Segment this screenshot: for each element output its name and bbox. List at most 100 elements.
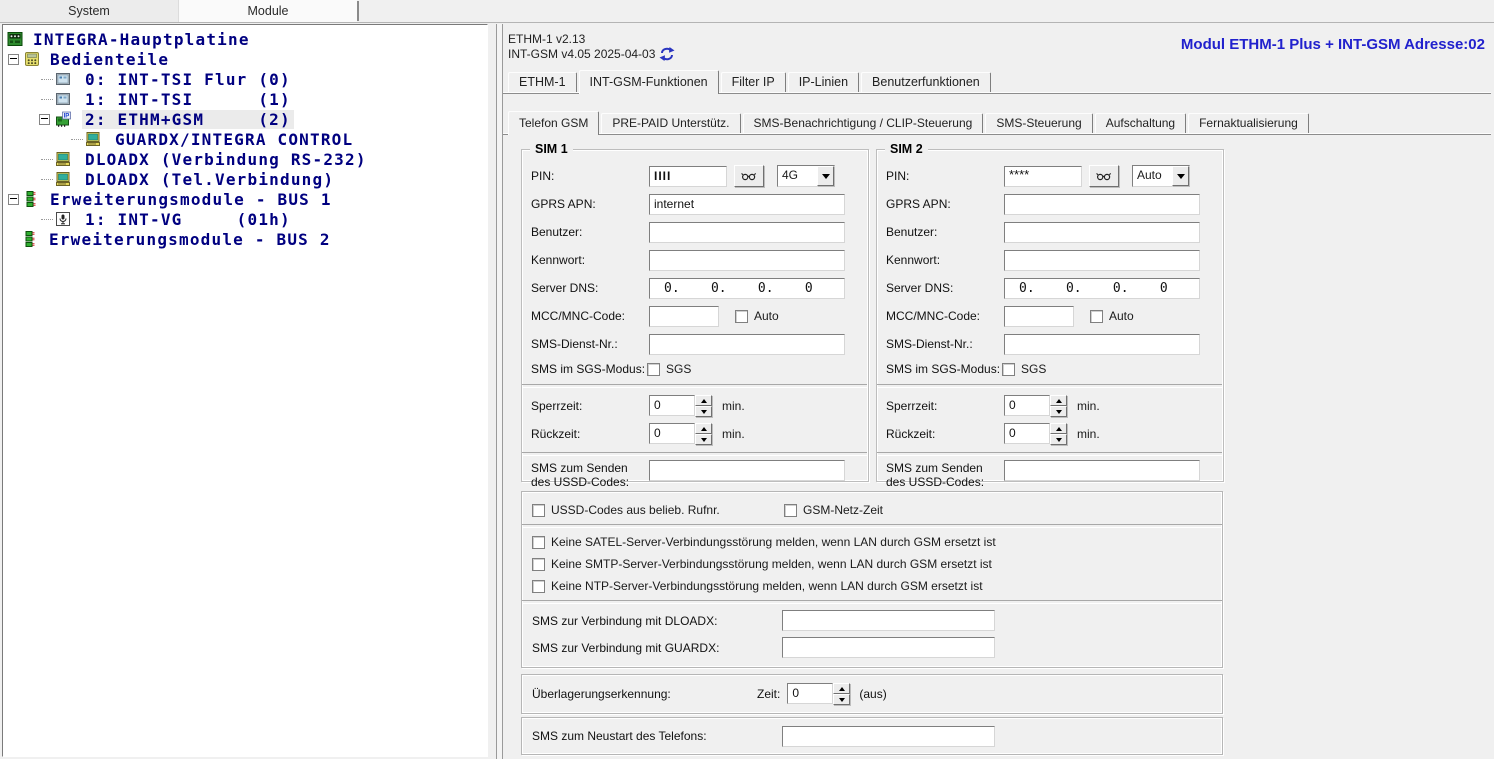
keypad-icon — [24, 51, 40, 67]
dropdown-button[interactable] — [817, 166, 834, 186]
spin-down-button[interactable] — [833, 694, 850, 705]
spin-down-button[interactable] — [1050, 406, 1067, 417]
jamming-time-value[interactable]: 0 — [787, 683, 833, 704]
tree-item-mainboard[interactable]: INTEGRA-Hauptplatine — [3, 29, 487, 49]
sim2-sms-service-input[interactable] — [1004, 334, 1200, 355]
sim1-pin-field[interactable]: IIII — [649, 166, 727, 187]
display-icon — [55, 71, 71, 87]
pin-label: PIN: — [886, 169, 1004, 183]
collapse-icon[interactable] — [8, 54, 19, 65]
tree-item-dloadx-tel[interactable]: DLOADX (Tel.Verbindung) — [3, 169, 487, 189]
spin-up-button[interactable] — [695, 395, 712, 406]
sms-dloadx-input[interactable] — [782, 610, 995, 631]
sim2-password-input[interactable] — [1004, 250, 1200, 271]
sim1-network-select[interactable]: 4G — [777, 165, 835, 187]
tab-benutzerfunktionen[interactable]: Benutzerfunktionen — [861, 72, 991, 92]
dropdown-button[interactable] — [1172, 166, 1189, 186]
svg-text:IP: IP — [64, 114, 70, 120]
no-smtp-trouble-checkbox[interactable] — [532, 558, 545, 571]
chevron-down-icon — [1056, 410, 1062, 414]
sim2-block-time-value[interactable]: 0 — [1004, 395, 1050, 416]
gprs-apn-label: GPRS APN: — [886, 197, 1004, 211]
gsm-options-panel: USSD-Codes aus belieb. Rufnr. GSM-Netz-Z… — [521, 491, 1223, 668]
spin-up-button[interactable] — [695, 423, 712, 434]
module-title: Modul ETHM-1 Plus + INT-GSM Adresse:02 — [1181, 36, 1485, 53]
sim1-user-input[interactable] — [649, 222, 845, 243]
sim2-dns-field[interactable]: 0. 0. 0. 0 — [1004, 278, 1200, 299]
sim2-auto-checkbox[interactable] — [1090, 310, 1103, 323]
sim2-ussd-sms-input[interactable] — [1004, 460, 1200, 481]
sim1-gprs-apn-input[interactable] — [649, 194, 845, 215]
sim2-user-input[interactable] — [1004, 222, 1200, 243]
tab-module[interactable]: Module — [179, 0, 357, 22]
tree-item-int-tsi-0[interactable]: 0: INT-TSI Flur (0) — [3, 69, 487, 89]
sim2-network-select[interactable]: Auto — [1132, 165, 1190, 187]
sim1-dns-field[interactable]: 0. 0. 0. 0 — [649, 278, 845, 299]
show-pin-button[interactable] — [734, 165, 764, 187]
gsm-time-checkbox[interactable] — [784, 504, 797, 517]
subtab-aufschaltung[interactable]: Aufschaltung — [1095, 113, 1186, 133]
collapse-icon[interactable] — [8, 194, 19, 205]
sim2-sgs-checkbox[interactable] — [1002, 363, 1015, 376]
subtab-telefon-gsm[interactable]: Telefon GSM — [508, 111, 599, 135]
show-pin-button[interactable] — [1089, 165, 1119, 187]
sim1-sgs-checkbox[interactable] — [647, 363, 660, 376]
sim1-block-time-stepper[interactable]: 0 — [649, 395, 712, 417]
spin-down-button[interactable] — [1050, 434, 1067, 445]
sim2-mcc-input[interactable] — [1004, 306, 1074, 327]
tree-item-guardx-control[interactable]: GUARDX/INTEGRA CONTROL — [3, 129, 487, 149]
tree-item-keypads[interactable]: Bedienteile — [3, 49, 487, 69]
collapse-icon[interactable] — [39, 114, 50, 125]
sms-guardx-input[interactable] — [782, 637, 995, 658]
tab-filter-ip[interactable]: Filter IP — [721, 72, 786, 92]
sim1-password-input[interactable] — [649, 250, 845, 271]
spin-up-button[interactable] — [833, 683, 850, 694]
ussd-any-label: USSD-Codes aus belieb. Rufnr. — [551, 503, 720, 517]
tree-item-expander-bus1[interactable]: Erweiterungsmodule - BUS 1 — [3, 189, 487, 209]
tree-item-expander-bus2[interactable]: Erweiterungsmodule - BUS 2 — [3, 229, 487, 249]
top-tab-bar: System Module — [0, 0, 1494, 23]
sim2-return-time-stepper[interactable]: 0 — [1004, 423, 1067, 445]
sim1-sms-service-input[interactable] — [649, 334, 845, 355]
tab-ethm-1[interactable]: ETHM-1 — [508, 72, 577, 92]
restart-sms-input[interactable] — [782, 726, 995, 747]
tree-item-ethm-gsm[interactable]: IP 2: ETHM+GSM (2) — [3, 109, 487, 129]
subtab-sms-benachrichtigung[interactable]: SMS-Benachrichtigung / CLIP-Steuerung — [743, 113, 984, 133]
refresh-icon[interactable] — [659, 47, 675, 61]
tab-int-gsm-funktionen[interactable]: INT-GSM-Funktionen — [579, 70, 719, 94]
subtab-pre-paid[interactable]: PRE-PAID Unterstütz. — [601, 113, 740, 133]
panel-splitter[interactable] — [496, 24, 503, 759]
spin-down-button[interactable] — [695, 406, 712, 417]
spin-up-button[interactable] — [1050, 395, 1067, 406]
sim2-pin-field[interactable]: **** — [1004, 166, 1082, 187]
subtab-sms-steuerung[interactable]: SMS-Steuerung — [985, 113, 1092, 133]
ussd-any-checkbox[interactable] — [532, 504, 545, 517]
topbar-separator — [357, 1, 359, 21]
separator — [877, 452, 1222, 456]
sim1-auto-checkbox[interactable] — [735, 310, 748, 323]
no-ntp-trouble-checkbox[interactable] — [532, 580, 545, 593]
sim1-mcc-input[interactable] — [649, 306, 719, 327]
sim2-return-time-value[interactable]: 0 — [1004, 423, 1050, 444]
spin-down-button[interactable] — [695, 434, 712, 445]
sgs-label: SGS — [1021, 362, 1046, 376]
spin-up-button[interactable] — [1050, 423, 1067, 434]
sim2-gprs-apn-input[interactable] — [1004, 194, 1200, 215]
tree-guide — [41, 159, 53, 160]
sim1-return-time-stepper[interactable]: 0 — [649, 423, 712, 445]
sim1-ussd-sms-input[interactable] — [649, 460, 845, 481]
ussd-sms-label: SMS zum Sendendes USSD-Codes: — [886, 460, 1004, 489]
no-satel-trouble-checkbox[interactable] — [532, 536, 545, 549]
sgs-label: SGS — [666, 362, 691, 376]
sim2-block-time-stepper[interactable]: 0 — [1004, 395, 1067, 417]
microphone-icon — [55, 211, 71, 227]
tree-item-int-vg[interactable]: 1: INT-VG (01h) — [3, 209, 487, 229]
tab-system[interactable]: System — [0, 0, 179, 22]
jamming-time-stepper[interactable]: 0 — [787, 683, 850, 705]
subtab-fernaktualisierung[interactable]: Fernaktualisierung — [1188, 113, 1309, 133]
sim1-block-time-value[interactable]: 0 — [649, 395, 695, 416]
sim1-return-time-value[interactable]: 0 — [649, 423, 695, 444]
tree-item-dloadx-rs232[interactable]: DLOADX (Verbindung RS-232) — [3, 149, 487, 169]
tab-ip-linien[interactable]: IP-Linien — [788, 72, 859, 92]
tree-item-int-tsi-1[interactable]: 1: INT-TSI (1) — [3, 89, 487, 109]
